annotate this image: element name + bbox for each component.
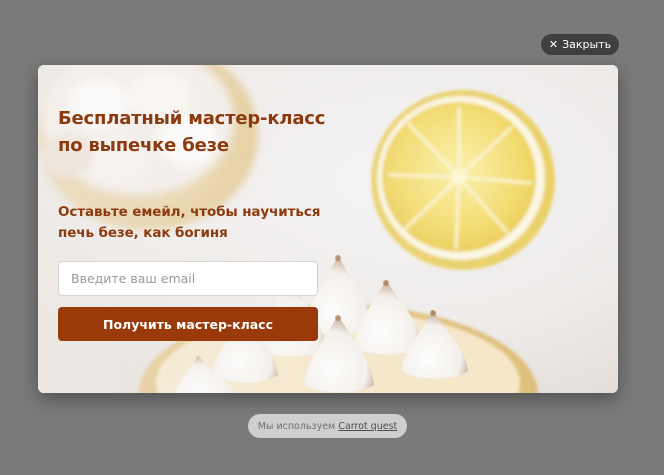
close-label: Закрыть	[562, 38, 612, 51]
get-masterclass-button[interactable]: Получить мастер-класс	[58, 307, 318, 341]
popup-content: Бесплатный мастер-класс по выпечке безе …	[58, 105, 338, 241]
close-button[interactable]: ✕ Закрыть	[541, 34, 619, 55]
close-icon: ✕	[548, 38, 559, 51]
popup-card: Бесплатный мастер-класс по выпечке безе …	[38, 65, 618, 393]
email-input[interactable]	[58, 261, 318, 296]
page-overlay: ✕ Закрыть Бесплатный мастер-класс по вып…	[0, 0, 664, 475]
carrot-quest-link[interactable]: Carrot quest	[338, 421, 397, 432]
popup-subtitle: Оставьте емейл, чтобы научиться печь без…	[58, 204, 321, 241]
powered-by-text: Мы используем	[257, 420, 336, 432]
popup-title: Бесплатный мастер-класс по выпечке безе	[58, 108, 326, 156]
powered-by-badge: Мы используем Carrot quest	[248, 414, 407, 438]
